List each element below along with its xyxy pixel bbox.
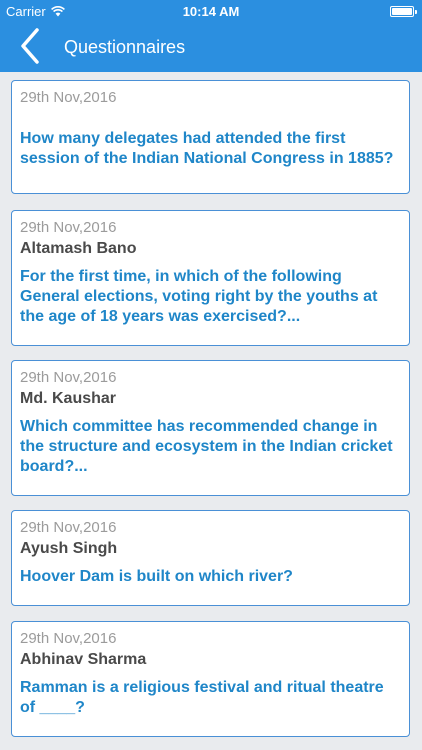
back-button[interactable] — [12, 26, 48, 66]
questionnaire-list[interactable]: 29th Nov,2016 How many delegates had att… — [0, 72, 422, 750]
questionnaire-card[interactable]: 29th Nov,2016 Md. Kaushar Which committe… — [11, 360, 410, 496]
page-title: Questionnaires — [64, 37, 186, 57]
questionnaire-card[interactable]: 29th Nov,2016 How many delegates had att… — [11, 80, 410, 194]
card-question: Which committee has recommended change i… — [20, 418, 393, 475]
card-question: Hoover Dam is built on which river? — [20, 568, 293, 585]
card-question: Ramman is a religious festival and ritua… — [20, 679, 384, 716]
battery-level — [392, 8, 412, 15]
card-date: 29th Nov,2016 — [20, 519, 117, 536]
card-question: For the first time, in which of the foll… — [20, 268, 378, 325]
app-header: Carrier 10:14 AM Questionnaires — [0, 0, 422, 72]
card-date: 29th Nov,2016 — [20, 219, 117, 236]
card-question: How many delegates had attended the firs… — [20, 130, 394, 167]
card-date: 29th Nov,2016 — [20, 630, 117, 647]
status-time: 10:14 AM — [182, 4, 240, 19]
card-author: Ayush Singh — [20, 540, 118, 557]
navigation-bar: Questionnaires — [0, 22, 422, 72]
card-date: 29th Nov,2016 — [20, 369, 117, 386]
battery-icon — [390, 6, 417, 17]
status-bar: Carrier 10:14 AM — [0, 0, 422, 22]
card-author: Altamash Bano — [20, 240, 137, 257]
card-author: Md. Kaushar — [20, 390, 117, 407]
questionnaire-card[interactable]: 29th Nov,2016 Ayush Singh Hoover Dam is … — [11, 510, 410, 606]
card-author: Abhinav Sharma — [20, 651, 147, 668]
chevron-left-icon — [21, 28, 39, 64]
questionnaire-card[interactable]: 29th Nov,2016 Abhinav Sharma Ramman is a… — [11, 621, 410, 737]
card-date: 29th Nov,2016 — [20, 89, 117, 106]
questionnaire-card[interactable]: 29th Nov,2016 Altamash Bano For the firs… — [11, 210, 410, 346]
